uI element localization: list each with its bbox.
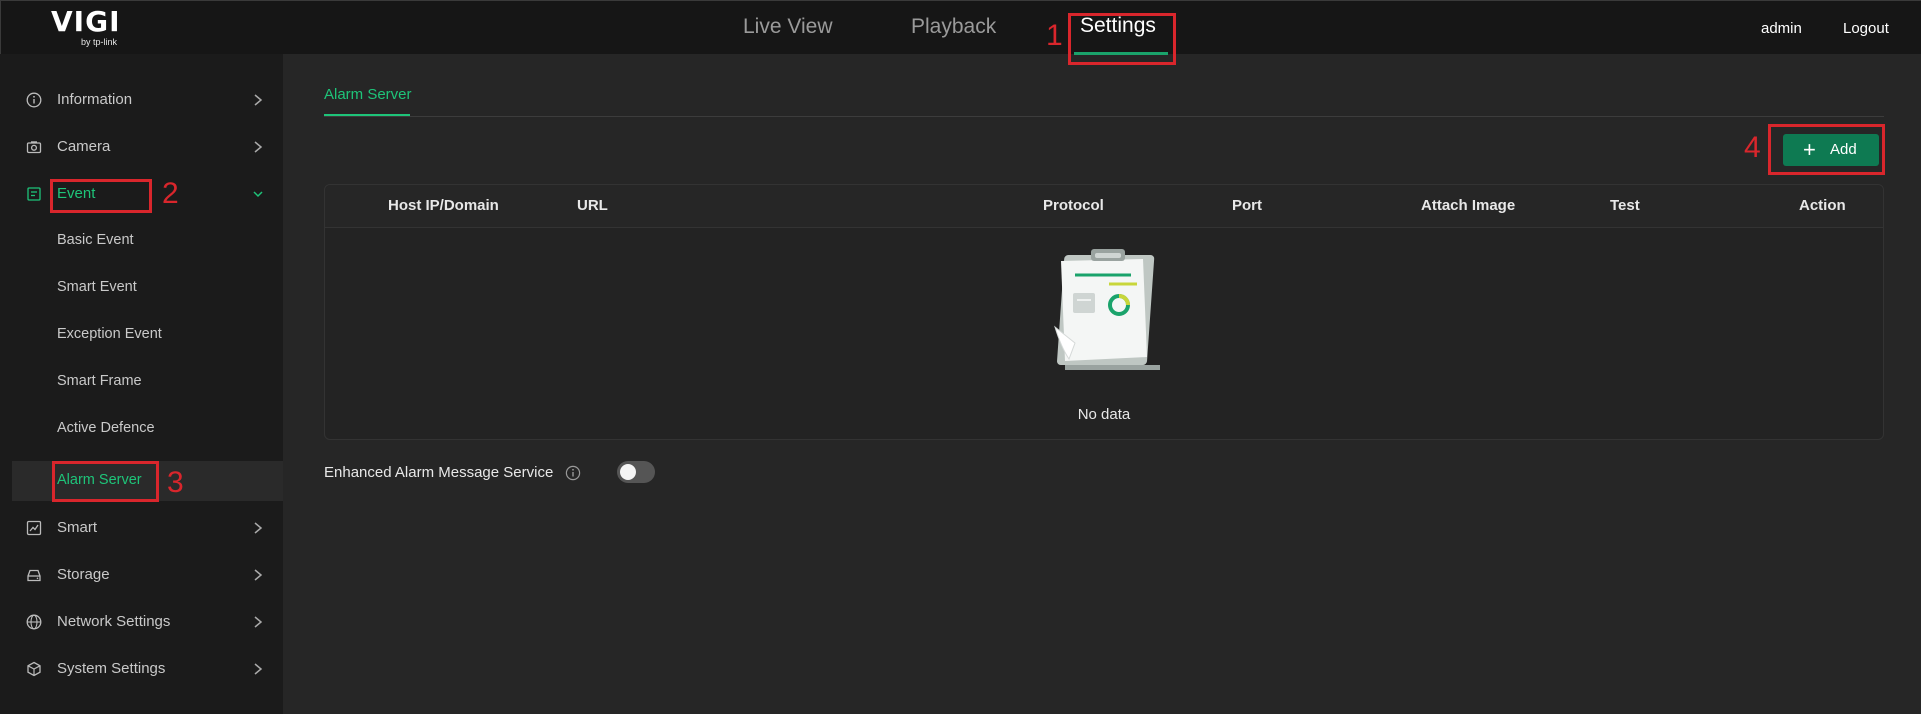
chevron-right-icon [254,663,263,675]
sidebar-item-label: Information [57,91,133,108]
sidebar-item-storage[interactable]: Storage [0,555,283,595]
sidebar-item-label: System Settings [57,660,166,677]
tab-live-view[interactable]: Live View [743,15,833,39]
sidebar-subitem-label: Smart Frame [57,373,142,389]
sidebar-item-system-settings[interactable]: System Settings [0,649,283,689]
alarm-server-table: Host IP/Domain URL Protocol Port Attach … [324,184,1884,440]
camera-icon [26,141,42,154]
chevron-down-icon [253,191,263,198]
sidebar-subitem-smart-event[interactable]: Smart Event [0,268,283,308]
sidebar-subitem-label: Active Defence [57,420,155,436]
sidebar-subitem-label: Basic Event [57,232,134,248]
annotation-box-event [50,179,152,213]
column-action: Action [1799,197,1846,214]
user-name[interactable]: admin [1761,20,1802,37]
tab-playback[interactable]: Playback [911,15,996,39]
sidebar-item-label: Smart [57,519,98,536]
column-test: Test [1610,197,1640,214]
annotation-number-1: 1 [1046,19,1063,52]
info-icon[interactable] [565,465,581,481]
annotation-number-4: 4 [1744,131,1761,164]
sidebar: Information Camera Event Basic Event Sma… [0,54,283,714]
chevron-right-icon [254,141,263,153]
empty-clipboard-icon [1054,249,1160,370]
column-attach-image: Attach Image [1421,197,1516,214]
sidebar-subitem-basic-event[interactable]: Basic Event [0,221,283,261]
column-url: URL [577,197,608,214]
logo-byline: by tp-link [81,37,118,47]
column-port: Port [1232,197,1262,214]
chevron-right-icon [254,522,263,534]
table-header: Host IP/Domain URL Protocol Port Attach … [325,185,1883,228]
column-protocol: Protocol [1043,197,1104,214]
tab-alarm-server[interactable]: Alarm Server [324,86,412,103]
sidebar-subitem-smart-frame[interactable]: Smart Frame [0,362,283,402]
annotation-box-settings [1068,13,1176,65]
toggle-knob [620,464,636,480]
empty-state-text: No data [1077,406,1131,423]
sidebar-subitem-label: Exception Event [57,326,162,342]
sidebar-item-smart[interactable]: Smart [0,508,283,548]
sidebar-item-label: Storage [57,566,110,583]
sidebar-subitem-exception-event[interactable]: Exception Event [0,315,283,355]
sidebar-item-camera[interactable]: Camera [0,127,283,167]
annotation-number-3: 3 [167,466,184,499]
sidebar-item-label: Network Settings [57,613,171,630]
annotation-box-alarm-server [52,461,159,502]
column-host: Host IP/Domain [388,197,499,214]
globe-icon [26,614,42,630]
annotation-number-2: 2 [162,177,179,210]
tab-divider [324,116,1884,117]
chart-icon [26,520,42,536]
cube-icon [27,661,41,677]
sidebar-item-label: Camera [57,138,111,155]
vigi-logo[interactable]: VIGI by tp-link [51,5,121,48]
sidebar-item-network-settings[interactable]: Network Settings [0,602,283,642]
top-bar: VIGI by tp-link Live View Playback Setti… [0,0,1921,55]
logo-brand: VIGI [51,5,121,38]
logout-link[interactable]: Logout [1843,20,1889,37]
enhanced-alarm-label: Enhanced Alarm Message Service [324,464,554,481]
chevron-right-icon [254,569,263,581]
sidebar-subitem-label: Smart Event [57,279,137,295]
event-doc-icon [27,187,41,201]
annotation-box-add [1768,124,1885,175]
storage-icon [27,569,41,582]
enhanced-alarm-toggle[interactable] [617,461,655,483]
chevron-right-icon [254,616,263,628]
sidebar-item-information[interactable]: Information [0,80,283,120]
info-circle-icon [26,92,42,108]
sidebar-subitem-active-defence[interactable]: Active Defence [0,409,283,449]
chevron-right-icon [254,94,263,106]
